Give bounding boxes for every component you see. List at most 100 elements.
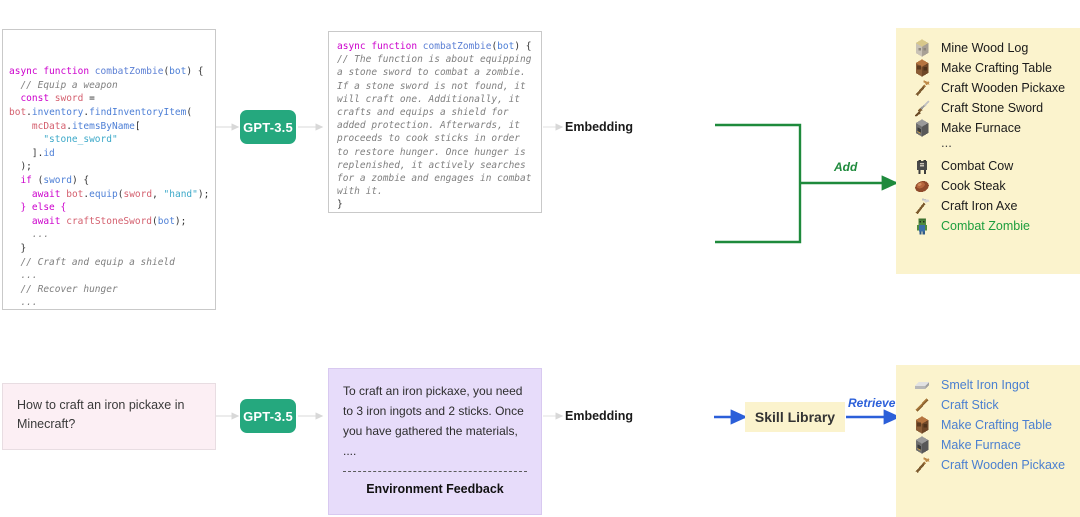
skill-list-item[interactable]: Make Furnace bbox=[912, 435, 1080, 455]
feedback-divider bbox=[343, 471, 527, 472]
code-line: ... bbox=[9, 269, 209, 283]
wooden-pickaxe-icon bbox=[912, 455, 932, 475]
code-token: await bbox=[31, 215, 67, 227]
skill-item-label: Craft Wooden Pickaxe bbox=[941, 458, 1066, 472]
skill-list-item[interactable]: Smelt Iron Ingot bbox=[912, 375, 1080, 395]
skill-list-item[interactable]: Craft Wooden Pickaxe bbox=[912, 455, 1080, 475]
skill-item-label: Craft Stick bbox=[941, 398, 999, 412]
code-line: ); bbox=[9, 160, 209, 174]
skill-library-panel-bottom: Smelt Iron Ingot Craft Stick Make Crafting… bbox=[896, 365, 1080, 517]
skill-item-label: Make Furnace bbox=[941, 438, 1021, 452]
description-closing-brace: } bbox=[337, 199, 343, 211]
code-line: // Craft and equip a shield bbox=[9, 256, 209, 270]
code-token: [ bbox=[134, 120, 141, 132]
code-token: = bbox=[89, 93, 95, 105]
skill-item-label: Make Crafting Table bbox=[941, 418, 1052, 432]
code-token: craftStoneSword bbox=[66, 215, 153, 227]
furnace-icon bbox=[912, 435, 932, 455]
gpt-model-label-top: GPT-3.5 bbox=[243, 119, 293, 135]
crafting-table-icon bbox=[912, 415, 932, 435]
furnace-icon bbox=[912, 118, 932, 138]
stick-icon bbox=[912, 395, 932, 415]
steak-icon bbox=[912, 176, 932, 196]
skill-item-label: Craft Iron Axe bbox=[941, 199, 1018, 213]
answer-text: To craft an iron pickaxe, you need to 3 … bbox=[343, 384, 524, 458]
skill-list-item[interactable]: Cook Steak bbox=[912, 176, 1080, 196]
code-token: // Recover hunger bbox=[9, 283, 118, 295]
gpt-model-badge-bottom[interactable]: GPT-3.5 bbox=[240, 399, 296, 433]
user-question-box: How to craft an iron pickaxe in Minecraf… bbox=[2, 383, 216, 450]
skill-list-item[interactable]: Craft Stone Sword bbox=[912, 98, 1080, 118]
code-token: mcData bbox=[31, 120, 67, 132]
environment-feedback-panel: To craft an iron pickaxe, you need to 3 … bbox=[328, 368, 542, 515]
user-question-text: How to craft an iron pickaxe in Minecraf… bbox=[17, 398, 185, 431]
code-line: if (sword) { bbox=[9, 174, 209, 188]
code-token: bot bbox=[66, 188, 84, 200]
skill-list-item[interactable]: Craft Iron Axe bbox=[912, 196, 1080, 216]
code-token: sword bbox=[43, 174, 72, 186]
skill-list-item[interactable]: Mine Wood Log bbox=[912, 38, 1080, 58]
code-line: const sword = bbox=[9, 92, 209, 106]
code-token: "stone_sword" bbox=[43, 134, 118, 146]
environment-feedback-label: Environment Feedback bbox=[366, 482, 504, 496]
skill-description-panel: async function combatZombie(bot) { // Th… bbox=[328, 31, 542, 213]
code-token: , bbox=[152, 188, 164, 200]
skill-list-item[interactable]: Make Crafting Table bbox=[912, 415, 1080, 435]
code-token: ( bbox=[186, 106, 193, 118]
code-token: bot bbox=[9, 106, 27, 118]
code-token: ... bbox=[9, 229, 50, 241]
gpt-model-badge-top[interactable]: GPT-3.5 bbox=[240, 110, 296, 144]
skill-library-box[interactable]: Skill Library bbox=[745, 402, 845, 432]
skill-list-bottom: Smelt Iron Ingot Craft Stick Make Crafting… bbox=[912, 375, 1080, 475]
skill-item-label: Combat Cow bbox=[941, 159, 1014, 173]
skill-item-label: Combat Zombie bbox=[941, 219, 1030, 233]
skill-item-label: Make Crafting Table bbox=[941, 61, 1052, 75]
code-token: ); bbox=[9, 161, 32, 173]
code-token: await bbox=[31, 188, 67, 200]
code-token: sword bbox=[123, 188, 153, 200]
skill-item-label: Make Furnace bbox=[941, 121, 1021, 135]
skill-list-top: Mine Wood Log Make Crafting Table Craft Wo… bbox=[912, 38, 1080, 236]
code-line: ].id bbox=[9, 147, 209, 161]
code-line: ... bbox=[9, 228, 209, 242]
code-line: bot.inventory.findInventoryItem( bbox=[9, 106, 209, 120]
skill-list-item[interactable]: Combat Cow bbox=[912, 156, 1080, 176]
code-token: // Craft and equip a shield bbox=[9, 256, 175, 268]
oak-log-icon bbox=[912, 38, 932, 58]
code-token: ); bbox=[197, 188, 210, 200]
code-token: if bbox=[9, 174, 38, 186]
skill-item-label: Smelt Iron Ingot bbox=[941, 378, 1030, 392]
code-line: await craftStoneSword(bot); bbox=[9, 215, 209, 229]
skill-list-item[interactable]: Combat Zombie bbox=[912, 216, 1080, 236]
code-token: findInventoryItem bbox=[89, 106, 187, 118]
skill-item-label: Craft Wooden Pickaxe bbox=[941, 81, 1066, 95]
code-token: bot bbox=[169, 66, 187, 78]
skill-item-label: Craft Stone Sword bbox=[941, 101, 1044, 115]
code-token: inventory bbox=[31, 106, 84, 118]
zombie-icon bbox=[912, 216, 932, 236]
skill-list-item[interactable]: Make Furnace bbox=[912, 118, 1080, 138]
skill-list-item[interactable]: Craft Stick bbox=[912, 395, 1080, 415]
code-line: // Equip a weapon bbox=[9, 79, 209, 93]
embedding-label-top: Embedding bbox=[565, 120, 634, 134]
skill-library-panel-top: Mine Wood Log Make Crafting Table Craft Wo… bbox=[896, 28, 1080, 274]
code-token: combatZombie bbox=[94, 66, 164, 78]
code-token: itemsByName bbox=[71, 120, 135, 132]
skill-list-item[interactable]: Craft Wooden Pickaxe bbox=[912, 78, 1080, 98]
code-line: "stone_sword" bbox=[9, 133, 209, 147]
code-token: } else { bbox=[9, 202, 67, 214]
code-line: } bbox=[9, 242, 209, 256]
description-header: async function combatZombie(bot) { bbox=[337, 41, 532, 52]
add-bracket bbox=[715, 123, 802, 244]
code-token: ); bbox=[174, 215, 187, 227]
wooden-pickaxe-icon bbox=[912, 78, 932, 98]
code-token: ... bbox=[9, 297, 38, 309]
code-token: ) { bbox=[186, 66, 204, 78]
code-line: async function combatZombie(bot) { bbox=[9, 65, 209, 79]
skill-list-item[interactable]: Make Crafting Table bbox=[912, 58, 1080, 78]
code-token: ) { bbox=[71, 174, 90, 186]
